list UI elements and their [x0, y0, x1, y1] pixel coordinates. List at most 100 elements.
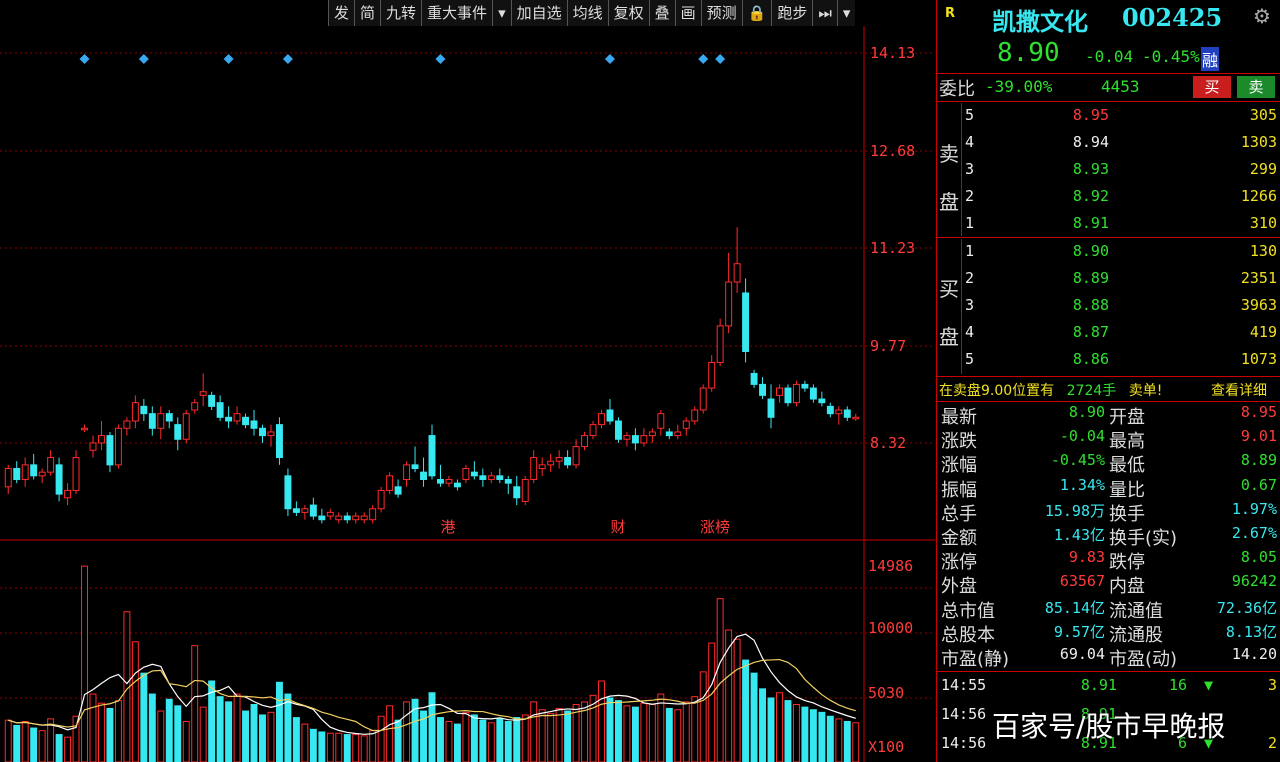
volume-bar [38, 730, 46, 762]
candle-body [835, 409, 843, 415]
tick-arrow-icon: ▼ [1203, 676, 1213, 694]
volume-bar [225, 701, 233, 762]
buy-button[interactable]: 买 [1193, 76, 1231, 98]
settings-gear-icon[interactable]: ⚙ [1253, 4, 1271, 28]
toolbar-item-1[interactable]: 简 [354, 0, 381, 26]
bids-level-row[interactable]: 2 8.89 2351 [937, 266, 1280, 293]
candle-body [428, 435, 436, 477]
level-price: 8.92 [1072, 187, 1109, 205]
toolbar-item-12[interactable]: 跑步 [771, 0, 813, 26]
kline-chart-area[interactable]: 港 财 涨榜 14.13 12.68 11.23 9.77 8.32 14986 10000 50… [0, 26, 935, 762]
stat-value: -0.45% [1050, 451, 1105, 470]
toolbar-item-11[interactable]: 🔒 [741, 0, 772, 26]
asks-level-row[interactable]: 2 8.92 1266 [937, 184, 1280, 211]
volume-bar [648, 704, 656, 762]
volume-bar [55, 734, 63, 762]
candle-body [750, 372, 758, 385]
candle-body [776, 387, 783, 396]
stat-value: 63567 [1059, 572, 1105, 591]
chart-toolbar: 发简九转 重大事件 ▾ 加自选 均线 复权叠画预测 🔒 跑步 ⏭ ▾ [328, 0, 868, 26]
bids-level-row[interactable]: 5 8.86 1073 [937, 347, 1280, 374]
volume-bar [801, 706, 809, 762]
toolbar-item-3[interactable]: 重大事件 [421, 0, 493, 26]
candle-body [377, 489, 385, 510]
candle-body [148, 413, 156, 429]
toolbar-item-13[interactable]: ⏭ [812, 0, 837, 26]
volume-bar [352, 734, 360, 762]
bids-level-row[interactable]: 1 8.90 130 [937, 239, 1280, 266]
level-volume: 310 [1249, 214, 1277, 232]
candle-body [89, 442, 97, 451]
volume-bar [97, 702, 105, 762]
volume-bar [742, 659, 750, 762]
volume-bar [216, 696, 224, 762]
volume-bar [445, 720, 453, 762]
volume-axis-label: X100 [868, 738, 904, 756]
volume-bar [818, 711, 826, 762]
candle-body [225, 416, 233, 422]
bids-level-row[interactable]: 3 8.88 3963 [937, 293, 1280, 320]
candle-body [767, 398, 775, 418]
volume-bar [809, 709, 817, 762]
volume-bar [835, 718, 843, 762]
candle-body [708, 361, 716, 389]
level-number: 1 [965, 214, 975, 232]
asks-level-row[interactable]: 1 8.91 310 [937, 211, 1280, 238]
toolbar-item-5[interactable]: 加自选 [510, 0, 567, 26]
volume-bar [640, 702, 648, 762]
volume-bar [360, 735, 368, 762]
toolbar-item-0[interactable]: 发 [328, 0, 355, 26]
toolbar-item-2[interactable]: 九转 [380, 0, 422, 26]
candle-body [360, 515, 368, 521]
volume-bar [598, 680, 605, 762]
volume-bar [462, 711, 470, 762]
sell-button[interactable]: 卖 [1237, 76, 1275, 98]
stat-label: 内盘 [1109, 576, 1145, 598]
volume-bar [437, 717, 444, 762]
asks-level-row[interactable]: 4 8.94 1303 [937, 130, 1280, 157]
candle-body [453, 482, 461, 488]
view-details-link[interactable]: 查看详细 [1211, 380, 1267, 400]
stock-code: 002425 [1122, 3, 1223, 32]
candle-body [4, 468, 12, 488]
toolbar-item-14[interactable]: ▾ [836, 0, 856, 26]
volume-bar [191, 645, 199, 762]
candle-body [792, 383, 800, 404]
candle-body [614, 420, 622, 440]
volume-bar [318, 731, 326, 762]
toolbar-item-9[interactable]: 画 [674, 0, 701, 26]
price-change: -0.04 [1085, 47, 1134, 66]
asks-level-row[interactable]: 3 8.93 299 [937, 157, 1280, 184]
candle-body [623, 435, 631, 440]
asks-level-row[interactable]: 5 8.95 305 [937, 103, 1280, 130]
level-number: 2 [965, 187, 975, 205]
volume-bar [716, 598, 724, 762]
weibi-ratio: -39.00% [985, 77, 1053, 96]
toolbar-item-7[interactable]: 复权 [607, 0, 649, 26]
stat-label: 流通股 [1109, 624, 1163, 646]
volume-bar [4, 719, 12, 762]
toolbar-item-6[interactable]: 均线 [566, 0, 608, 26]
stat-label: 金额 [941, 528, 977, 549]
volume-bar [665, 707, 673, 762]
stat-label: 开盘 [1109, 407, 1145, 428]
volume-bar [767, 697, 775, 762]
level-price: 8.93 [1072, 160, 1109, 178]
kline-chart[interactable]: 港 财 涨榜 14.13 12.68 11.23 9.77 8.32 14986 10000 50… [0, 26, 935, 762]
volume-bar [843, 720, 851, 762]
level-number: 5 [965, 350, 975, 368]
candle-body [581, 435, 589, 448]
bids-level-row[interactable]: 4 8.87 419 [937, 320, 1280, 347]
candle-body [665, 431, 673, 437]
volume-bar [131, 641, 139, 762]
level-number: 1 [965, 242, 975, 260]
candle-body [242, 416, 250, 426]
toolbar-item-8[interactable]: 叠 [648, 0, 675, 26]
toolbar-item-4[interactable]: ▾ [492, 0, 511, 26]
volume-bar [776, 692, 783, 762]
volume-bar [470, 714, 478, 762]
watermark: 百家号/股市早晚报 [992, 710, 1226, 743]
candle-body [97, 435, 105, 444]
toolbar-item-10[interactable]: 预测 [700, 0, 742, 26]
candle-body [106, 435, 114, 466]
